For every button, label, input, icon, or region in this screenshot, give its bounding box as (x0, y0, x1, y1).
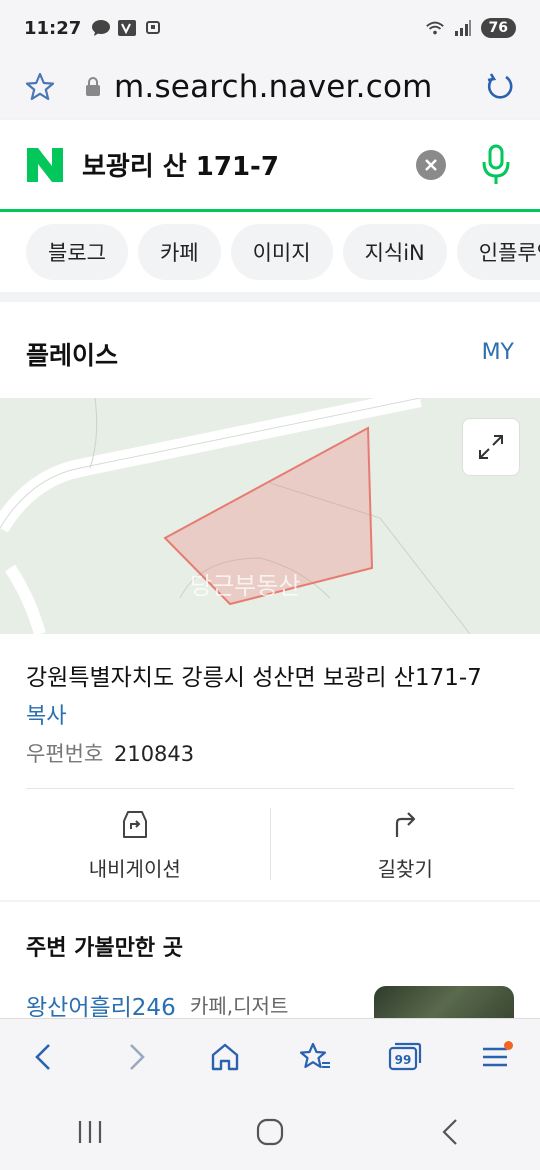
my-button[interactable]: MY (482, 340, 514, 365)
postal-code-label: 우편번호 (26, 742, 104, 766)
tabs-button[interactable]: 99 (381, 1033, 429, 1081)
bookmarks-button[interactable] (291, 1033, 339, 1081)
back-icon (35, 1043, 50, 1070)
notification-dot (504, 1040, 513, 1050)
tab-images[interactable]: 이미지 (230, 224, 333, 280)
postal-code-value: 210843 (113, 742, 195, 766)
tab-cafe[interactable]: 카페 (137, 224, 221, 280)
expand-arrows-icon (479, 435, 503, 459)
map-view[interactable]: 당근부동산 (0, 398, 540, 634)
chat-bubble-icon (91, 19, 111, 37)
android-navigation-bar (0, 1094, 540, 1170)
reload-icon[interactable] (480, 67, 520, 107)
back-chevron-icon (442, 1119, 457, 1145)
clear-search-button[interactable] (416, 149, 446, 180)
browser-toolbar: 99 (0, 1018, 540, 1094)
place-card: 플레이스 MY 당근부동산 강원특별자치도 강릉시 성산면 보광리 산171-7… (0, 302, 540, 900)
close-icon (425, 158, 437, 171)
search-input[interactable]: 보광리 산 171-7 (82, 146, 416, 183)
nearby-item-name[interactable]: 왕산어흘리246 (26, 988, 176, 1022)
forward-button[interactable] (111, 1033, 159, 1081)
nearby-item-thumbnail[interactable] (374, 986, 514, 1022)
navigation-label: 내비게이션 (88, 856, 181, 881)
home-circle-icon (256, 1118, 284, 1146)
recent-apps-button[interactable] (60, 1107, 120, 1157)
microphone-icon (482, 144, 510, 184)
wifi-icon (425, 19, 445, 37)
signal-icon (453, 19, 473, 37)
status-bar: 11:27 76 (0, 0, 540, 56)
recent-apps-icon (78, 1121, 102, 1143)
home-nav-button[interactable] (240, 1107, 300, 1157)
turn-right-arrow-icon (396, 811, 416, 837)
directions-button[interactable]: 길찾기 (271, 788, 540, 900)
status-notification-icons (91, 19, 163, 37)
home-icon (211, 1043, 239, 1070)
app-notification-icon (117, 19, 137, 37)
back-nav-button[interactable] (420, 1107, 480, 1157)
navigation-button[interactable]: 내비게이션 (0, 788, 270, 900)
menu-button[interactable] (471, 1033, 519, 1081)
back-button[interactable] (21, 1033, 69, 1081)
tab-blog[interactable]: 블로그 (26, 224, 128, 280)
lock-icon[interactable] (78, 72, 108, 102)
nearby-item-category: 카페,디저트 (190, 994, 289, 1018)
forward-icon (130, 1043, 145, 1070)
car-navigation-icon (122, 810, 147, 838)
directions-label: 길찾기 (377, 856, 433, 881)
message-icon (143, 19, 163, 37)
browser-url-bar: m.search.naver.com (0, 56, 540, 118)
tab-influencer[interactable]: 인플루언서 (456, 224, 540, 280)
status-time: 11:27 (24, 17, 82, 39)
place-section-title: 플레이스 (26, 341, 119, 370)
battery-level: 76 (480, 18, 516, 38)
copy-address-link[interactable]: 복사 (26, 698, 66, 730)
bookmark-star-icon (299, 1042, 330, 1068)
tabs-count: 99 (395, 1053, 412, 1067)
place-actions: 내비게이션 길찾기 (0, 788, 540, 900)
status-system-icons: 76 (425, 18, 516, 38)
home-button[interactable] (201, 1033, 249, 1081)
map-expand-button[interactable] (462, 418, 520, 476)
voice-search-button[interactable] (476, 141, 516, 189)
url-text[interactable]: m.search.naver.com (114, 69, 434, 105)
postal-code-row: 우편번호 210843 (26, 738, 194, 768)
search-header: 보광리 산 171-7 (0, 120, 540, 212)
address-text: 강원특별자치도 강릉시 성산면 보광리 산171-7 (26, 665, 482, 691)
naver-logo-icon[interactable] (24, 144, 66, 186)
nearby-title: 주변 가볼만한 곳 (26, 936, 183, 961)
search-category-tabs: 블로그 카페 이미지 지식iN 인플루언서 (0, 212, 540, 292)
tabs-icon: 99 (388, 1042, 422, 1070)
favorite-star-icon[interactable] (20, 67, 60, 107)
map-image: 당근부동산 (0, 398, 540, 634)
tab-knowledge-in[interactable]: 지식iN (342, 224, 447, 280)
map-watermark: 당근부동산 (190, 572, 300, 600)
nearby-section: 주변 가볼만한 곳 왕산어흘리246 카페,디저트 (0, 902, 540, 1022)
